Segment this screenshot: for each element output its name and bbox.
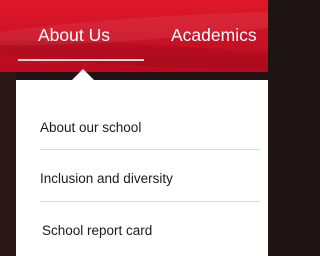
nav-tab-academics[interactable]: Academics (171, 24, 257, 46)
dropdown-caret-icon (72, 69, 94, 80)
menu-divider (40, 149, 260, 150)
menu-item-school-report-card[interactable]: School report card (42, 222, 152, 240)
active-tab-underline (18, 59, 144, 61)
menu-item-about-our-school[interactable]: About our school (40, 119, 141, 137)
menu-divider (40, 201, 260, 202)
page-background-strip (0, 72, 16, 256)
menu-item-inclusion-and-diversity[interactable]: Inclusion and diversity (40, 170, 173, 188)
main-navbar: About Us Academics (0, 0, 268, 72)
nav-tab-about-us[interactable]: About Us (38, 24, 110, 46)
